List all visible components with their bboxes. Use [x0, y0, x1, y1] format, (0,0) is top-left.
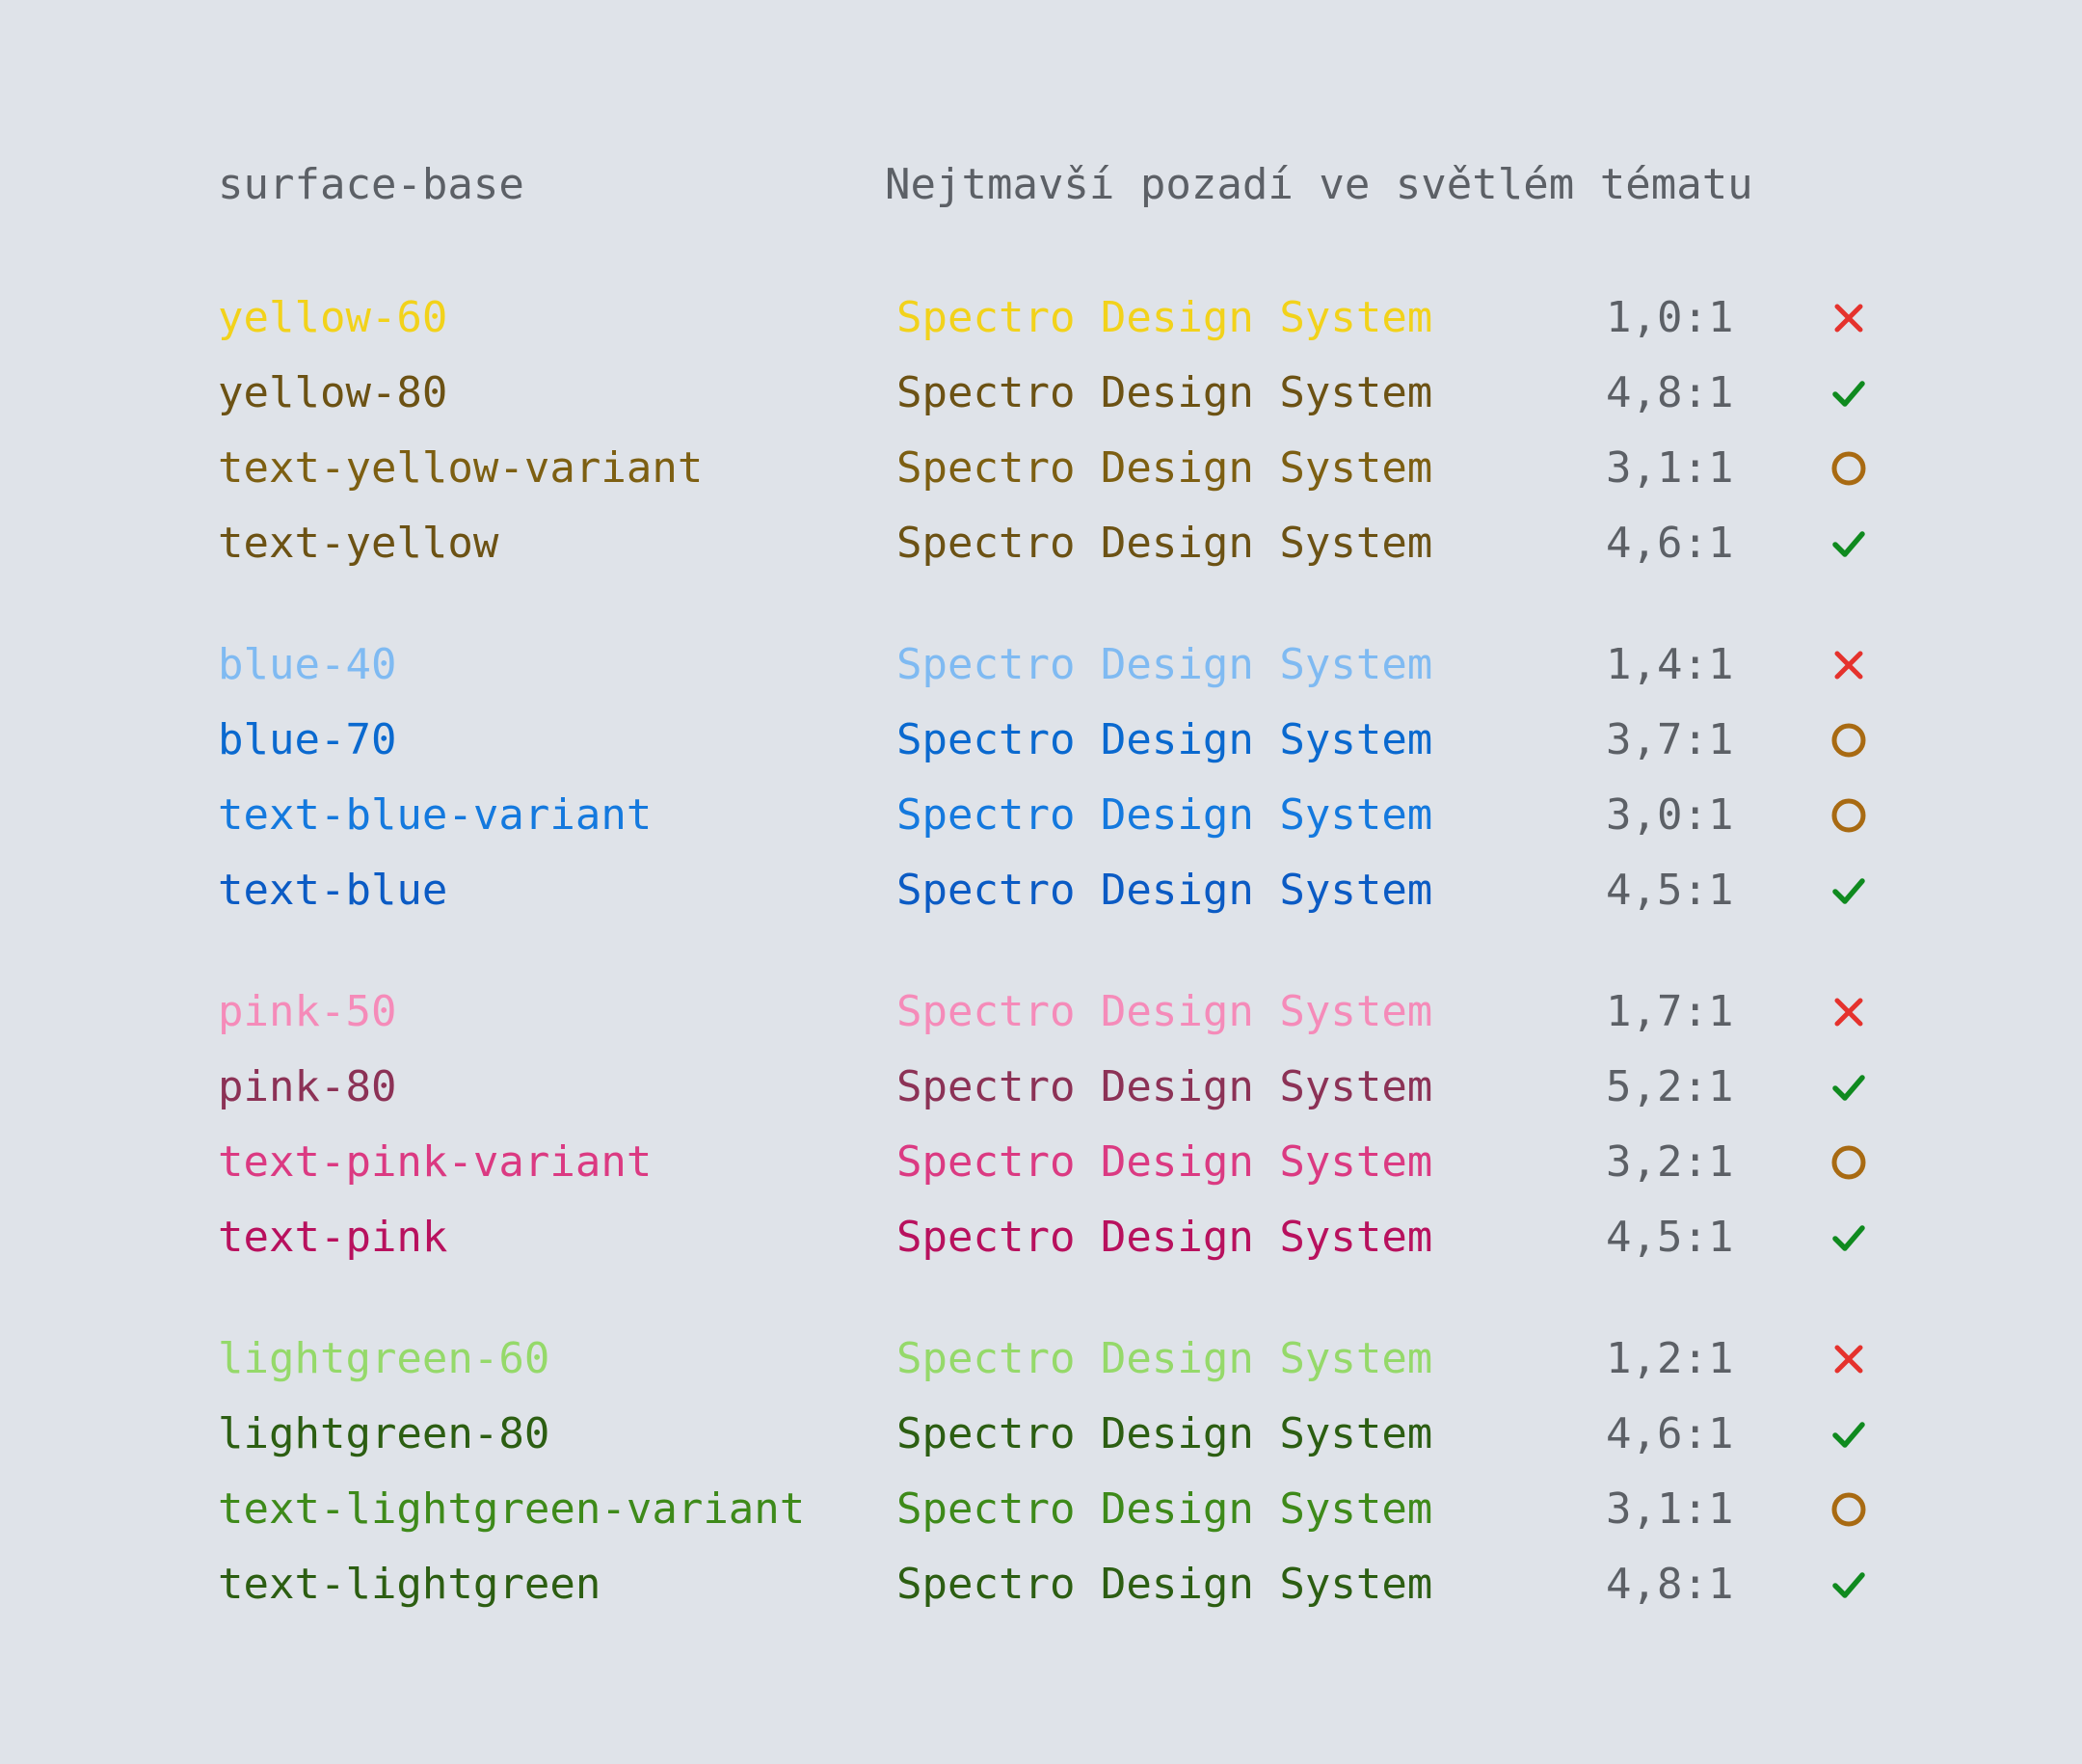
- color-token-name: pink-50: [218, 987, 397, 1036]
- contrast-ratio: 4,8:1: [1606, 1560, 1734, 1609]
- table-row: lightgreen-60 Spectro Design System 1,2:1: [0, 1338, 2082, 1380]
- contrast-ratio: 4,5:1: [1606, 866, 1734, 915]
- color-token-name: text-yellow: [218, 519, 499, 568]
- color-token-name: pink-80: [218, 1062, 397, 1111]
- table-row: text-blue Spectro Design System 4,5:1: [0, 869, 2082, 912]
- contrast-ratio: 3,7:1: [1606, 715, 1734, 764]
- color-token-name: text-lightgreen: [218, 1560, 601, 1609]
- checkmark-icon: [1828, 372, 1870, 414]
- color-token-name: text-yellow-variant: [218, 443, 704, 493]
- color-token-name: lightgreen-80: [218, 1409, 550, 1458]
- color-token-name: text-lightgreen-variant: [218, 1484, 806, 1534]
- color-token-name: blue-70: [218, 715, 397, 764]
- checkmark-icon: [1828, 869, 1870, 912]
- contrast-ratio: 5,2:1: [1606, 1062, 1734, 1111]
- table-row: yellow-60 Spectro Design System 1,0:1: [0, 297, 2082, 339]
- contrast-ratio: 1,2:1: [1606, 1334, 1734, 1383]
- contrast-ratio: 4,6:1: [1606, 519, 1734, 568]
- circle-icon: [1828, 719, 1870, 762]
- checkmark-icon: [1828, 1564, 1870, 1606]
- table-row: text-lightgreen-variant Spectro Design Sy…: [0, 1488, 2082, 1531]
- sample-text: Spectro Design System: [896, 368, 1433, 417]
- color-token-name: text-pink: [218, 1213, 448, 1262]
- checkmark-icon: [1828, 1066, 1870, 1109]
- contrast-ratio: 4,8:1: [1606, 368, 1734, 417]
- sample-text: Spectro Design System: [896, 1213, 1433, 1262]
- table-row: text-yellow Spectro Design System 4,6:1: [0, 522, 2082, 565]
- table-row: blue-40 Spectro Design System 1,4:1: [0, 644, 2082, 686]
- contrast-ratio: 4,6:1: [1606, 1409, 1734, 1458]
- circle-icon: [1828, 1488, 1870, 1531]
- contrast-ratio: 3,1:1: [1606, 1484, 1734, 1534]
- sample-text: Spectro Design System: [896, 987, 1433, 1036]
- checkmark-icon: [1828, 1413, 1870, 1456]
- contrast-ratio: 3,0:1: [1606, 790, 1734, 840]
- circle-icon: [1828, 447, 1870, 490]
- color-token-name: text-blue: [218, 866, 448, 915]
- sample-text: Spectro Design System: [896, 866, 1433, 915]
- contrast-ratio: 3,1:1: [1606, 443, 1734, 493]
- contrast-ratio: 4,5:1: [1606, 1213, 1734, 1262]
- table-row: text-yellow-variant Spectro Design System…: [0, 447, 2082, 490]
- sample-text: Spectro Design System: [896, 1334, 1433, 1383]
- cross-icon: [1828, 644, 1870, 686]
- sample-text: Spectro Design System: [896, 1560, 1433, 1609]
- table-row: blue-70 Spectro Design System 3,7:1: [0, 719, 2082, 762]
- sample-text: Spectro Design System: [896, 1484, 1433, 1534]
- sample-text: Spectro Design System: [896, 790, 1433, 840]
- color-token-name: blue-40: [218, 640, 397, 689]
- sample-text: Spectro Design System: [896, 715, 1433, 764]
- table-header: surface-base Nejtmavší pozadí ve světlém…: [0, 164, 2082, 206]
- contrast-ratio: 1,4:1: [1606, 640, 1734, 689]
- table-row: text-pink Spectro Design System 4,5:1: [0, 1216, 2082, 1259]
- surface-name: surface-base: [218, 160, 524, 209]
- table-row: yellow-80 Spectro Design System 4,8:1: [0, 372, 2082, 414]
- sample-text: Spectro Design System: [896, 519, 1433, 568]
- color-token-name: lightgreen-60: [218, 1334, 550, 1383]
- sample-text: Spectro Design System: [896, 640, 1433, 689]
- contrast-ratio: 1,0:1: [1606, 293, 1734, 342]
- surface-description: Nejtmavší pozadí ve světlém tématu: [885, 160, 1753, 209]
- color-token-name: text-blue-variant: [218, 790, 653, 840]
- contrast-ratio: 1,7:1: [1606, 987, 1734, 1036]
- color-token-name: text-pink-variant: [218, 1137, 653, 1187]
- table-row: pink-80 Spectro Design System 5,2:1: [0, 1066, 2082, 1109]
- cross-icon: [1828, 991, 1870, 1033]
- contrast-ratio: 3,2:1: [1606, 1137, 1734, 1187]
- color-token-name: yellow-60: [218, 293, 448, 342]
- checkmark-icon: [1828, 522, 1870, 565]
- sample-text: Spectro Design System: [896, 293, 1433, 342]
- checkmark-icon: [1828, 1216, 1870, 1259]
- circle-icon: [1828, 794, 1870, 837]
- table-row: lightgreen-80 Spectro Design System 4,6:1: [0, 1413, 2082, 1456]
- sample-text: Spectro Design System: [896, 1137, 1433, 1187]
- color-token-name: yellow-80: [218, 368, 448, 417]
- circle-icon: [1828, 1141, 1870, 1184]
- cross-icon: [1828, 297, 1870, 339]
- cross-icon: [1828, 1338, 1870, 1380]
- table-row: pink-50 Spectro Design System 1,7:1: [0, 991, 2082, 1033]
- table-row: text-pink-variant Spectro Design System 3,…: [0, 1141, 2082, 1184]
- table-row: text-blue-variant Spectro Design System 3,…: [0, 794, 2082, 837]
- table-row: text-lightgreen Spectro Design System 4,8:…: [0, 1564, 2082, 1606]
- sample-text: Spectro Design System: [896, 443, 1433, 493]
- sample-text: Spectro Design System: [896, 1062, 1433, 1111]
- sample-text: Spectro Design System: [896, 1409, 1433, 1458]
